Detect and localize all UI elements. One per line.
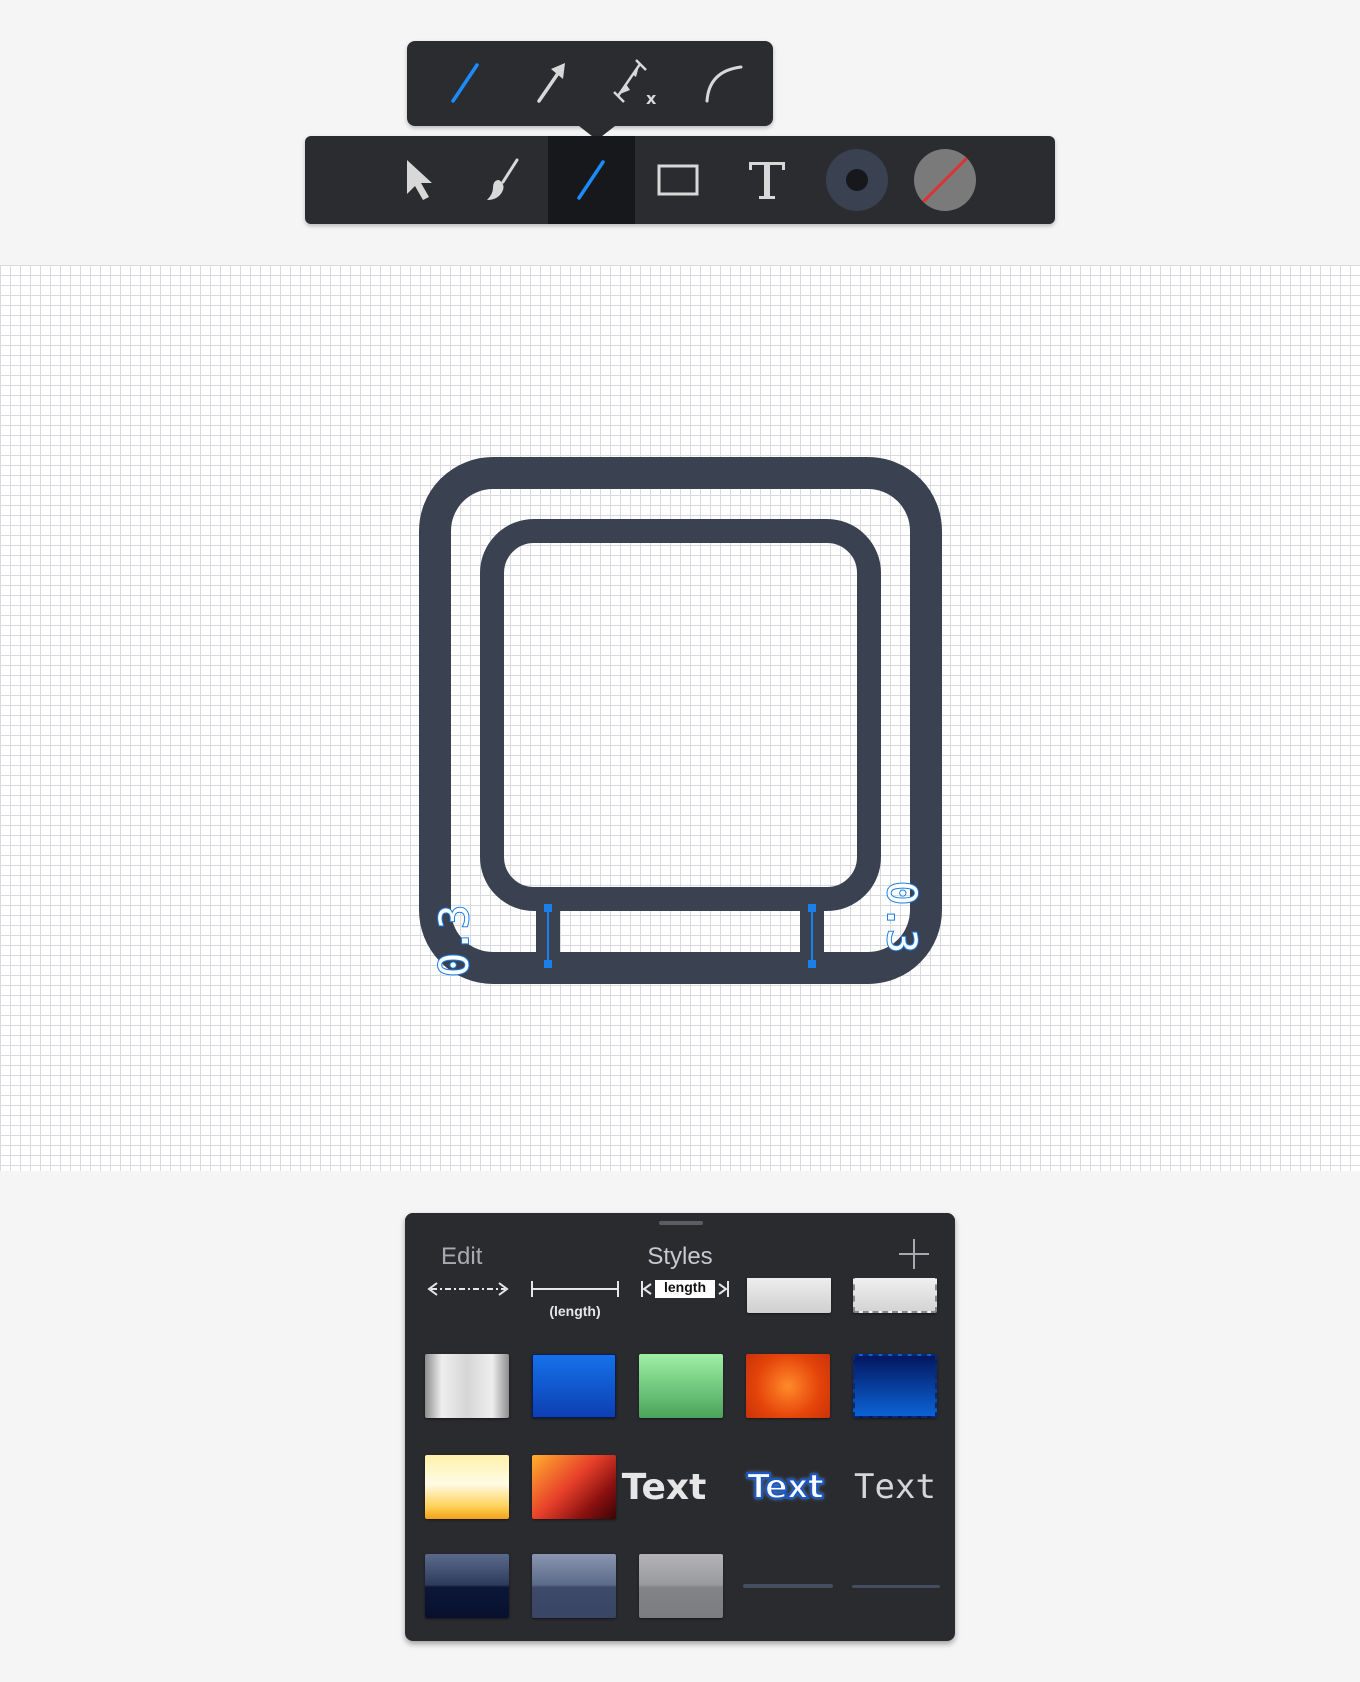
styles-panel: Edit Styles (length) length Text Text Te… (405, 1213, 955, 1641)
inner-rounded-rectangle[interactable] (480, 519, 881, 911)
style-thin-line[interactable] (852, 1585, 940, 1588)
stroke-color-icon (826, 149, 888, 211)
text-sample-bold: Text (621, 1466, 707, 1508)
style-dark-navy-gloss[interactable] (425, 1554, 509, 1618)
panel-grabber[interactable] (659, 1221, 703, 1225)
text-icon (749, 162, 785, 199)
line-icon (577, 160, 605, 200)
line-tool[interactable] (435, 55, 495, 111)
style-orange-radial[interactable] (746, 1354, 830, 1418)
rectangle-icon (657, 164, 699, 196)
style-silver-gradient[interactable] (425, 1354, 509, 1418)
dimension-label-right: 0.3 (878, 881, 924, 953)
rectangle-tool[interactable] (648, 150, 708, 210)
style-gray-gloss[interactable] (639, 1554, 723, 1618)
dimension-tool[interactable]: x (605, 55, 671, 111)
style-text-bold[interactable]: Text (618, 1455, 710, 1519)
length-caption: (length) (549, 1303, 601, 1319)
style-text-fancy[interactable]: Text (739, 1455, 831, 1519)
arc-tool[interactable] (693, 55, 753, 111)
text-tool[interactable] (737, 150, 797, 210)
style-light-gray-box[interactable] (747, 1273, 831, 1313)
arrow-icon (537, 63, 565, 103)
style-green-gradient[interactable] (639, 1354, 723, 1418)
style-slate-gloss[interactable] (532, 1554, 616, 1618)
selection-handle[interactable] (808, 960, 816, 968)
style-dimension-length-inline[interactable]: length (639, 1275, 731, 1305)
style-dimension-length-below[interactable]: (length) (529, 1275, 621, 1325)
selection-handle[interactable] (808, 904, 816, 912)
style-thick-line[interactable] (743, 1584, 833, 1588)
select-tool[interactable] (389, 150, 449, 210)
arc-icon (705, 65, 743, 103)
drawing-layer: 0.3 0.3 (419, 457, 942, 984)
brush-tool[interactable] (473, 150, 533, 210)
line-type-popover: x (407, 41, 773, 140)
line-tool-main[interactable] (561, 150, 621, 210)
selection-handle[interactable] (544, 904, 552, 912)
dimension-label-left: 0.3 (432, 905, 478, 977)
style-red-orange-gradient[interactable] (532, 1455, 616, 1519)
style-text-mono[interactable]: Text (849, 1455, 941, 1519)
drawing-canvas[interactable]: 0.3 0.3 (0, 265, 1360, 1171)
brush-icon (487, 158, 519, 200)
style-blue-gradient[interactable] (532, 1354, 616, 1418)
text-sample-mono: Text (854, 1467, 936, 1507)
no-fill-icon (914, 149, 976, 211)
svg-text:x: x (646, 89, 657, 108)
dimension-icon: x (613, 59, 657, 108)
style-navy-dashed[interactable] (853, 1354, 937, 1418)
length-inline-caption: length (664, 1279, 706, 1295)
fill-color-button[interactable] (913, 148, 977, 212)
line-icon (451, 63, 479, 103)
stroke-color-button[interactable] (825, 148, 889, 212)
text-sample-fancy: Text (746, 1466, 825, 1508)
main-toolbar (305, 136, 1055, 224)
plus-icon (899, 1239, 929, 1269)
arrow-tool[interactable] (521, 55, 581, 111)
add-style-button[interactable] (897, 1237, 931, 1271)
pointer-icon (407, 160, 432, 200)
dimension-line-icon (531, 1281, 619, 1297)
dashed-double-arrow-icon (427, 1282, 509, 1296)
style-dimension-dashed[interactable] (423, 1275, 513, 1305)
selection-handle[interactable] (544, 960, 552, 968)
panel-title: Styles (647, 1243, 713, 1270)
style-cream-gold[interactable] (425, 1455, 509, 1519)
style-light-gray-dashed-box[interactable] (853, 1273, 937, 1313)
